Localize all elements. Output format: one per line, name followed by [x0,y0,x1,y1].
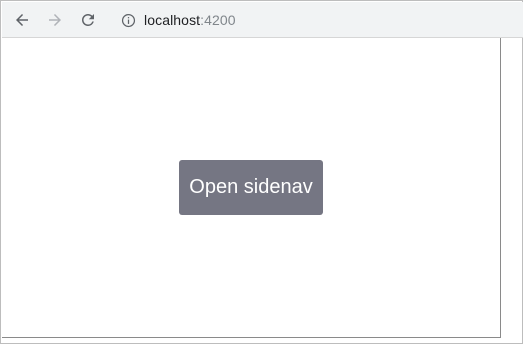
info-icon[interactable] [120,12,136,28]
address-bar[interactable]: localhost:4200 [110,6,520,34]
url-host: localhost [144,12,201,28]
browser-toolbar: localhost:4200 [2,2,523,38]
url-port: :4200 [200,12,236,28]
open-sidenav-button[interactable]: Open sidenav [179,160,323,215]
arrow-right-icon [49,14,61,26]
back-button[interactable] [11,9,33,31]
page-viewport: Open sidenav [2,38,501,338]
reload-button[interactable] [77,9,99,31]
forward-button[interactable] [44,9,66,31]
arrow-left-icon [16,14,28,26]
reload-icon [82,13,94,26]
url-text: localhost:4200 [144,12,236,28]
browser-window: localhost:4200 Open sidenav [0,0,523,344]
